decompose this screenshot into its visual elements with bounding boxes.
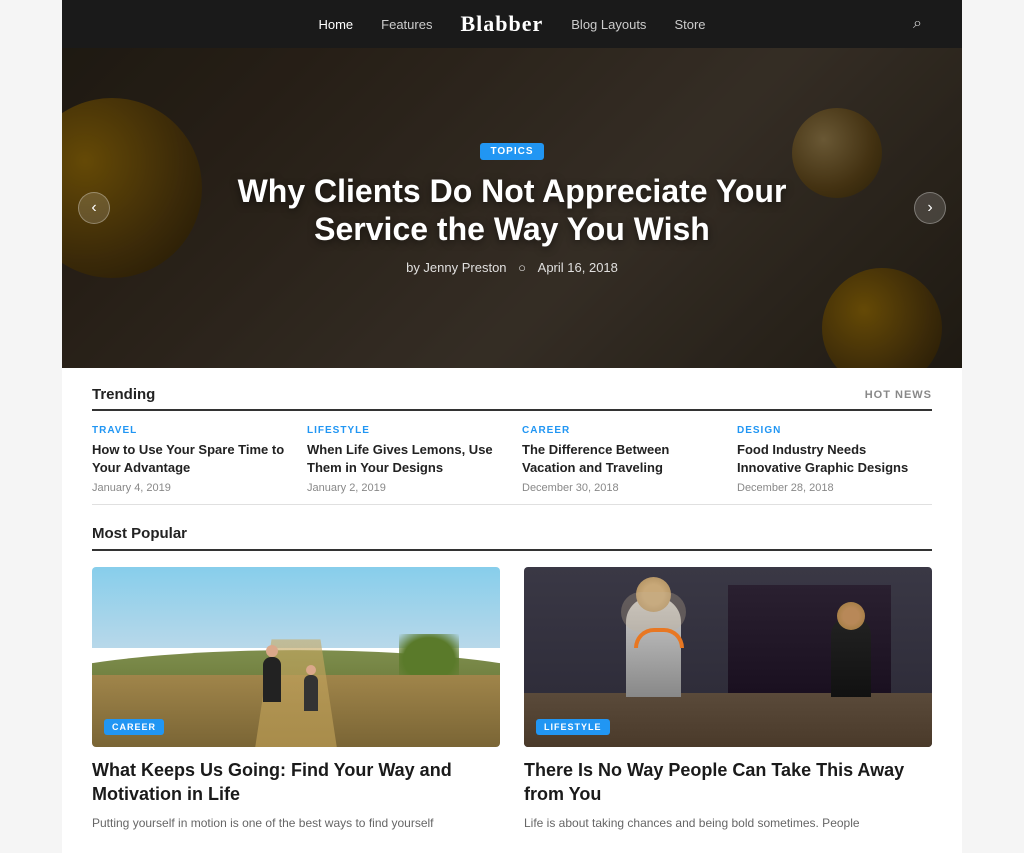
popular-card-1: CAREER What Keeps Us Going: Find Your Wa… bbox=[92, 567, 500, 833]
hero-author: by Jenny Preston bbox=[406, 260, 506, 275]
trending-item-3: CAREER The Difference Between Vacation a… bbox=[522, 425, 717, 494]
nav-features[interactable]: Features bbox=[381, 17, 432, 32]
trending-date-1: January 4, 2019 bbox=[92, 482, 287, 494]
hero-content: TOPICS Why Clients Do Not Appreciate You… bbox=[212, 141, 812, 276]
trending-category-3: CAREER bbox=[522, 425, 717, 436]
trending-title-1[interactable]: How to Use Your Spare Time to Your Advan… bbox=[92, 441, 287, 477]
trending-title-2[interactable]: When Life Gives Lemons, Use Them in Your… bbox=[307, 441, 502, 477]
hero-next-button[interactable]: › bbox=[914, 192, 946, 224]
trending-grid: TRAVEL How to Use Your Spare Time to You… bbox=[92, 425, 932, 494]
navigation: Home Features Blabber Blog Layouts Store… bbox=[62, 0, 962, 48]
trending-item-4: DESIGN Food Industry Needs Innovative Gr… bbox=[737, 425, 932, 494]
trending-date-4: December 28, 2018 bbox=[737, 482, 932, 494]
nav-home[interactable]: Home bbox=[318, 17, 353, 32]
card-badge-2: LIFESTYLE bbox=[536, 719, 610, 735]
hero-date: April 16, 2018 bbox=[538, 260, 618, 275]
trending-category-2: LIFESTYLE bbox=[307, 425, 502, 436]
trending-item-1: TRAVEL How to Use Your Spare Time to You… bbox=[92, 425, 287, 494]
trending-title: Trending bbox=[92, 386, 155, 403]
nav-blog-layouts[interactable]: Blog Layouts bbox=[571, 17, 646, 32]
trending-section: Trending HOT NEWS TRAVEL How to Use Your… bbox=[92, 368, 932, 505]
trending-header: Trending HOT NEWS bbox=[92, 386, 932, 411]
trending-date-3: December 30, 2018 bbox=[522, 482, 717, 494]
search-icon[interactable]: ⌕ bbox=[913, 15, 922, 33]
trending-item-2: LIFESTYLE When Life Gives Lemons, Use Th… bbox=[307, 425, 502, 494]
card-title-2[interactable]: There Is No Way People Can Take This Awa… bbox=[524, 759, 932, 806]
hero-meta: by Jenny Preston ○ April 16, 2018 bbox=[232, 260, 792, 275]
trending-title-3[interactable]: The Difference Between Vacation and Trav… bbox=[522, 441, 717, 477]
card-excerpt-1: Putting yourself in motion is one of the… bbox=[92, 814, 500, 833]
trending-title-4[interactable]: Food Industry Needs Innovative Graphic D… bbox=[737, 441, 932, 477]
hero-prev-button[interactable]: ‹ bbox=[78, 192, 110, 224]
popular-header: Most Popular bbox=[92, 525, 932, 551]
nav-store[interactable]: Store bbox=[674, 17, 705, 32]
hero-title: Why Clients Do Not Appreciate Your Servi… bbox=[232, 172, 792, 249]
site-logo[interactable]: Blabber bbox=[460, 11, 543, 37]
hero-section: TOPICS Why Clients Do Not Appreciate You… bbox=[62, 48, 962, 368]
card-title-1[interactable]: What Keeps Us Going: Find Your Way and M… bbox=[92, 759, 500, 806]
trending-category-4: DESIGN bbox=[737, 425, 932, 436]
card-image-1: CAREER bbox=[92, 567, 500, 747]
popular-title: Most Popular bbox=[92, 525, 187, 542]
nav-links: Home Features Blabber Blog Layouts Store bbox=[318, 11, 705, 37]
popular-grid: CAREER What Keeps Us Going: Find Your Wa… bbox=[92, 567, 932, 833]
card-badge-1: CAREER bbox=[104, 719, 164, 735]
hero-badge: TOPICS bbox=[480, 143, 543, 160]
trending-date-2: January 2, 2019 bbox=[307, 482, 502, 494]
card-image-2: LIFESTYLE bbox=[524, 567, 932, 747]
popular-card-2: LIFESTYLE There Is No Way People Can Tak… bbox=[524, 567, 932, 833]
card-excerpt-2: Life is about taking chances and being b… bbox=[524, 814, 932, 833]
popular-section: Most Popular bbox=[92, 505, 932, 853]
hero-separator: ○ bbox=[518, 260, 526, 275]
trending-category-1: TRAVEL bbox=[92, 425, 287, 436]
hot-news-label: HOT NEWS bbox=[865, 389, 932, 401]
